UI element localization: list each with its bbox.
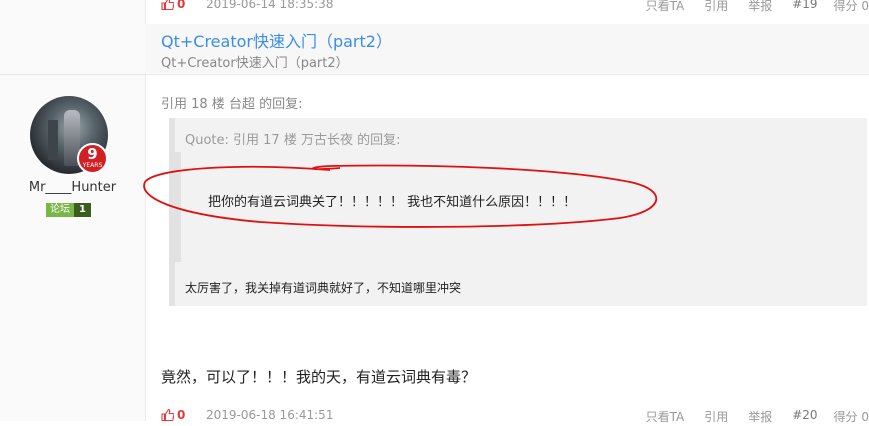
- report-link[interactable]: 举报: [748, 408, 772, 425]
- signature-subtitle: Qt+Creator快速入门（part2）: [161, 56, 349, 71]
- nested-quote-bar: [175, 152, 181, 262]
- score-text: 得分 0: [833, 0, 869, 13]
- years-badge: 9 YEARS: [77, 143, 108, 174]
- quote-block: Quote: 引用 17 楼 万古长夜 的回复: 把你的有道云词典关了！！！！！…: [169, 118, 867, 306]
- thumbs-up-icon: [161, 0, 174, 10]
- signature-card: Qt+Creator快速入门（part2） Qt+Creator快速入门（par…: [145, 24, 869, 73]
- thumbs-up-icon: [161, 409, 174, 421]
- like-count: 0: [177, 408, 186, 422]
- level-number: 1: [74, 203, 91, 217]
- score-text: 得分 0: [833, 410, 869, 424]
- level-badge: 论坛 1: [46, 203, 91, 217]
- only-view-author-link[interactable]: 只看TA: [646, 408, 685, 425]
- like-count: 0: [177, 0, 186, 11]
- signature-link[interactable]: Qt+Creator快速入门（part2）: [161, 28, 392, 52]
- quote-reply-text: 太厉害了，我关掉有道词典就好了，不知道哪里冲突: [185, 281, 462, 295]
- report-link[interactable]: 举报: [748, 0, 772, 14]
- post-timestamp: 2019-06-18 16:41:51: [206, 408, 334, 422]
- post-action-bar-top: 0 2019-06-14 18:35:38 只看TA 引用 举报 #19 得分 …: [0, 0, 869, 15]
- years-number: 9: [87, 145, 98, 163]
- reply-header: 引用 18 楼 台超 的回复:: [161, 97, 303, 112]
- level-name: 论坛: [46, 203, 74, 217]
- only-view-author-link[interactable]: 只看TA: [646, 0, 685, 14]
- post-timestamp: 2019-06-14 18:35:38: [206, 0, 334, 11]
- quote-header: Quote: 引用 17 楼 万古长夜 的回复:: [185, 133, 401, 148]
- post-divider: [0, 74, 869, 75]
- floor-number: #19: [792, 0, 818, 11]
- like-button[interactable]: 0: [161, 0, 185, 11]
- username-link[interactable]: Mr____Hunter: [0, 180, 145, 195]
- floor-number: #20: [792, 408, 818, 422]
- post-body: 竟然，可以了！！！我的天，有道云词典有毒？: [161, 368, 477, 386]
- years-label: YEARS: [82, 162, 103, 169]
- like-button[interactable]: 0: [161, 408, 185, 422]
- post-action-bar-bottom: 0 2019-06-18 16:41:51 只看TA 引用 举报 #20 得分 …: [0, 408, 869, 426]
- quote-link[interactable]: 引用: [704, 408, 728, 425]
- quote-link[interactable]: 引用: [704, 0, 728, 14]
- nested-quote-text: 把你的有道云词典关了！！！！！ 我也不知道什么原因！！！！: [208, 195, 577, 210]
